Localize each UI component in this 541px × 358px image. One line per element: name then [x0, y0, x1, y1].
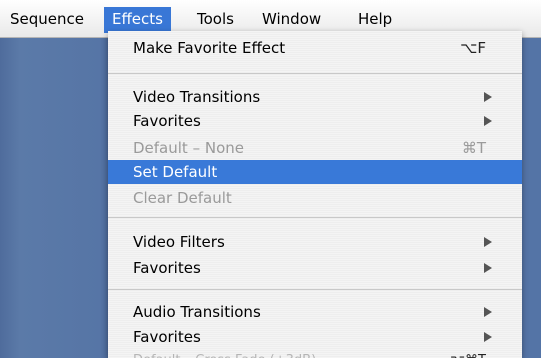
menu-item-label: Favorites — [133, 259, 201, 277]
effects-dropdown-menu: Make Favorite Effect ⌥F Video Transition… — [108, 31, 522, 358]
menu-sequence[interactable]: Sequence — [2, 7, 92, 31]
menu-item-filter-favorites[interactable]: Favorites — [108, 256, 522, 280]
menu-separator — [108, 73, 522, 74]
submenu-arrow-icon — [484, 332, 492, 342]
submenu-arrow-icon — [484, 116, 492, 126]
menu-item-video-filters[interactable]: Video Filters — [108, 230, 522, 254]
menu-item-audio-default: Default – Cross Fade (+3dB) ⌥⌘T — [108, 349, 522, 358]
menu-item-label: Favorites — [133, 328, 201, 346]
menu-item-shortcut: ⌥⌘T — [450, 349, 486, 358]
menu-item-label: Set Default — [133, 163, 218, 181]
menu-separator — [108, 217, 522, 218]
submenu-arrow-icon — [484, 92, 492, 102]
menu-item-label: Favorites — [133, 112, 201, 130]
menu-item-shortcut: ⌘T — [461, 139, 486, 157]
menu-item-label: Default – Cross Fade (+3dB) — [133, 349, 316, 358]
submenu-arrow-icon — [484, 237, 492, 247]
menu-item-label: Video Transitions — [133, 88, 261, 106]
menu-item-set-default[interactable]: Set Default — [108, 160, 522, 184]
menu-help[interactable]: Help — [350, 7, 400, 31]
window-backdrop-right — [522, 38, 541, 358]
menu-item-label: Make Favorite Effect — [133, 39, 286, 57]
submenu-arrow-icon — [484, 307, 492, 317]
menu-item-default-none: Default – None ⌘T — [108, 136, 522, 160]
menu-tools[interactable]: Tools — [189, 7, 242, 31]
menu-window[interactable]: Window — [254, 7, 329, 31]
menu-item-shortcut: ⌥F — [460, 39, 486, 57]
menu-item-audio-transitions[interactable]: Audio Transitions — [108, 300, 522, 324]
menu-item-video-transitions[interactable]: Video Transitions — [108, 85, 522, 109]
menu-item-label: Audio Transitions — [133, 303, 261, 321]
menu-item-label: Default – None — [133, 139, 244, 157]
menu-separator — [108, 289, 522, 290]
menu-item-video-favorites[interactable]: Favorites — [108, 109, 522, 133]
menu-item-clear-default: Clear Default — [108, 186, 522, 210]
menu-item-label: Clear Default — [133, 189, 232, 207]
submenu-arrow-icon — [484, 263, 492, 273]
menu-item-audio-favorites[interactable]: Favorites — [108, 325, 522, 349]
menu-effects[interactable]: Effects — [104, 7, 171, 33]
menu-item-make-favorite-effect[interactable]: Make Favorite Effect ⌥F — [108, 36, 522, 60]
menu-item-label: Video Filters — [133, 233, 225, 251]
